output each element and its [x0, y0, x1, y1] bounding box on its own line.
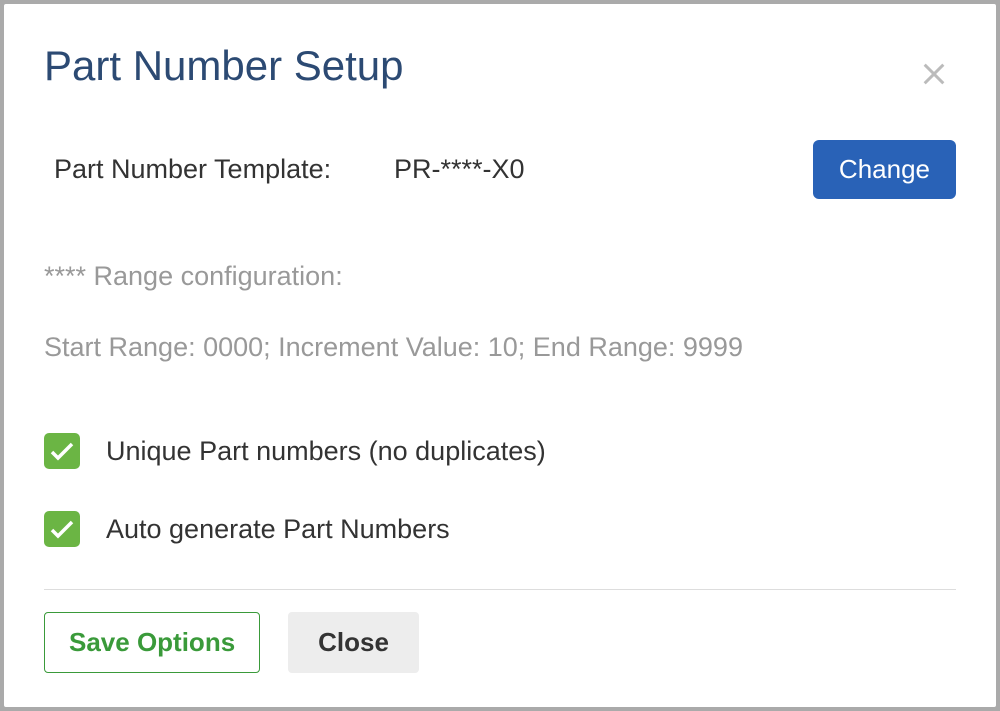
close-icon[interactable]: [920, 60, 948, 88]
template-value: PR-****-X0: [394, 154, 813, 185]
auto-generate-label: Auto generate Part Numbers: [106, 514, 450, 545]
range-config-label: **** Range configuration:: [44, 261, 956, 292]
close-button[interactable]: Close: [288, 612, 419, 673]
auto-generate-checkbox[interactable]: [44, 511, 80, 547]
checkmark-icon: [50, 441, 74, 461]
template-row: Part Number Template: PR-****-X0 Change: [44, 140, 956, 199]
change-button[interactable]: Change: [813, 140, 956, 199]
unique-part-numbers-checkbox[interactable]: [44, 433, 80, 469]
modal-footer: Save Options Close: [44, 612, 956, 673]
template-label: Part Number Template:: [54, 154, 394, 185]
checkmark-icon: [50, 519, 74, 539]
divider: [44, 589, 956, 590]
modal-title: Part Number Setup: [44, 42, 956, 90]
unique-part-numbers-row: Unique Part numbers (no duplicates): [44, 433, 956, 469]
unique-part-numbers-label: Unique Part numbers (no duplicates): [106, 436, 546, 467]
range-details: Start Range: 0000; Increment Value: 10; …: [44, 332, 956, 363]
save-options-button[interactable]: Save Options: [44, 612, 260, 673]
auto-generate-row: Auto generate Part Numbers: [44, 511, 956, 547]
part-number-setup-modal: Part Number Setup Part Number Template: …: [4, 4, 996, 707]
